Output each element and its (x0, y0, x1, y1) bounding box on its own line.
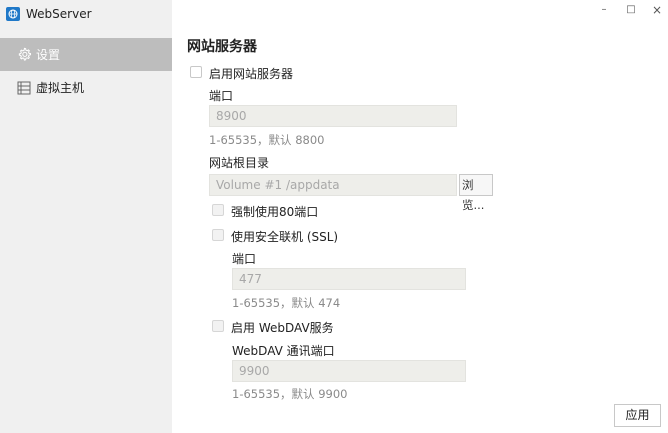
sidebar-item-label: 设置 (36, 48, 61, 62)
sidebar-item-settings[interactable]: 设置 (0, 38, 172, 71)
enable-webserver-label: 启用网站服务器 (209, 67, 294, 81)
port-hint: 1-65535，默认 8800 (209, 133, 325, 147)
port-input[interactable]: 8900 (209, 105, 457, 127)
ssl-label: 使用安全联机 (SSL) (231, 230, 339, 244)
webdav-checkbox[interactable] (212, 320, 224, 332)
settings-panel: 网站服务器 启用网站服务器 端口 8900 1-65535，默认 8800 网站… (172, 0, 668, 433)
webdav-label: 启用 WebDAV服务 (231, 321, 334, 335)
force-port80-checkbox[interactable] (212, 204, 224, 216)
ssl-port-hint: 1-65535，默认 474 (232, 296, 341, 310)
ssl-port-input[interactable]: 477 (232, 268, 466, 290)
webdav-port-label: WebDAV 通讯端口 (232, 344, 335, 358)
ssl-port-label: 端口 (232, 252, 257, 266)
webdav-port-input[interactable]: 9900 (232, 360, 466, 382)
enable-webserver-checkbox[interactable] (190, 66, 202, 78)
sidebar-item-label: 虚拟主机 (36, 81, 85, 95)
gear-icon (16, 47, 32, 63)
app-titlebar: WebServer (6, 6, 92, 22)
sidebar: WebServer 设置 虚拟主机 (0, 0, 172, 433)
root-dir-input[interactable]: Volume #1 /appdata (209, 174, 457, 196)
server-icon (16, 80, 32, 96)
browse-button[interactable]: 浏览... (459, 174, 493, 212)
globe-icon (6, 7, 20, 21)
root-dir-label: 网站根目录 (209, 156, 270, 170)
webdav-port-hint: 1-65535，默认 9900 (232, 387, 348, 401)
apply-button[interactable]: 应用 (614, 404, 661, 427)
sidebar-item-virtual-host[interactable]: 虚拟主机 (0, 71, 172, 104)
port-label: 端口 (209, 89, 234, 103)
force-port80-label: 强制使用80端口 (231, 205, 319, 219)
ssl-checkbox[interactable] (212, 229, 224, 241)
page-title: 网站服务器 (187, 39, 257, 55)
app-title: WebServer (26, 7, 92, 21)
